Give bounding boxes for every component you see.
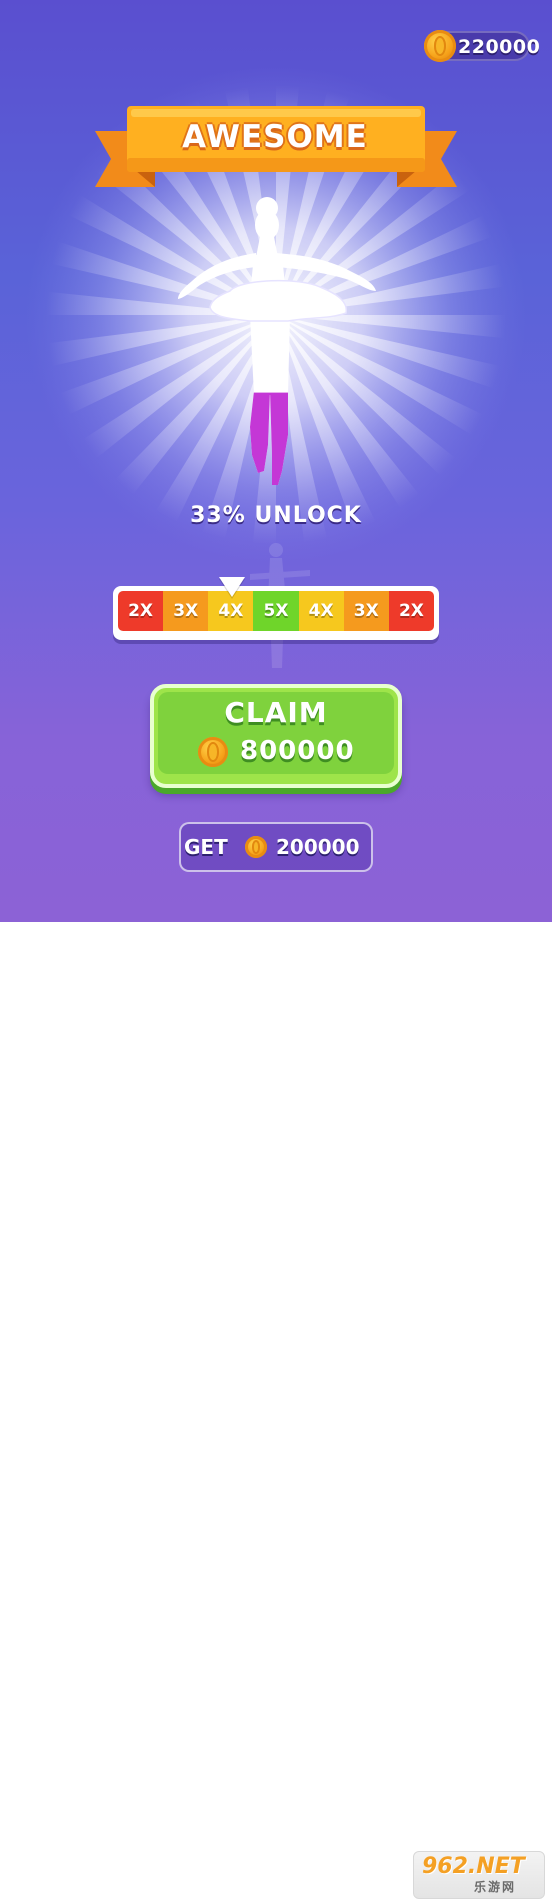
claim-label: CLAIM	[224, 696, 328, 729]
multiplier-segment: 3X	[163, 591, 209, 631]
get-reward-button[interactable]: GET 200000	[179, 822, 373, 872]
banner-title: AWESOME	[182, 119, 368, 155]
claim-button[interactable]: CLAIM 800000	[150, 684, 402, 788]
watermark-logo: 962.NET 乐游网	[413, 1851, 545, 1899]
watermark-main: 962.NET	[422, 1854, 525, 1879]
multiplier-segment: 4X	[298, 591, 344, 631]
unlock-progress-label: 33% UNLOCK	[190, 503, 362, 528]
multiplier-segment: 4X	[208, 591, 254, 631]
coin-balance: 220000	[424, 30, 540, 62]
coin-total: 220000	[458, 36, 541, 58]
multiplier-pointer	[219, 577, 245, 597]
claim-amount: 800000	[240, 736, 355, 766]
multiplier-segment: 3X	[343, 591, 389, 631]
gold-coin-icon	[245, 836, 267, 858]
multiplier-segment: 5X	[253, 591, 299, 631]
gold-coin-icon	[424, 30, 456, 62]
ballerina-silhouette	[178, 197, 376, 485]
get-label: GET	[184, 835, 228, 859]
multiplier-segment: 2X	[118, 591, 164, 631]
multiplier-segment: 2X	[388, 591, 434, 631]
multiplier-bar: 2X 3X 4X 5X 4X 3X 2X	[113, 586, 439, 640]
gold-coin-icon	[198, 737, 228, 767]
watermark-sub: 乐游网	[474, 1880, 517, 1894]
get-amount: 200000	[276, 835, 360, 859]
game-screen: 220000 AWESOME 33% UNLOCK 2X 3X 4X 5X 4X…	[0, 0, 552, 922]
footer-bar: 962.NET 乐游网	[0, 922, 552, 1899]
